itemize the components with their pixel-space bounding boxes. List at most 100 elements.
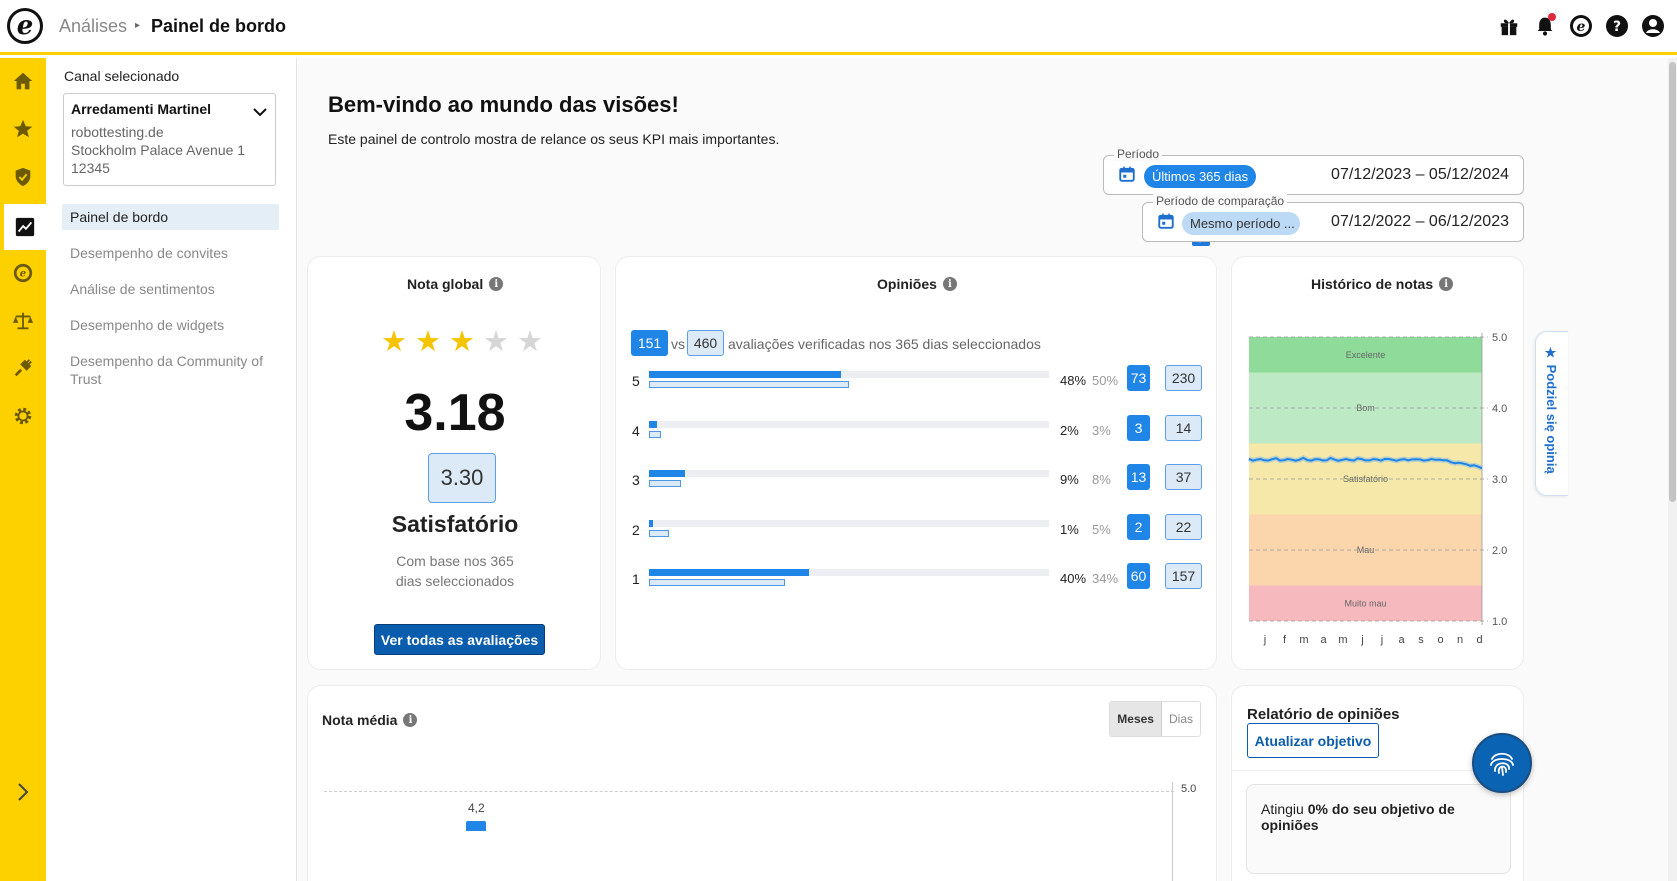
granularity-toggle: Meses Dias xyxy=(1109,701,1201,737)
bar-comparison-track xyxy=(649,480,1049,487)
percent-comparison: 5% xyxy=(1092,521,1111,537)
home-icon[interactable] xyxy=(0,58,46,104)
bar-comparison xyxy=(649,579,785,586)
nav-item-invitations[interactable]: Desempenho de convites xyxy=(62,240,279,266)
svg-text:e: e xyxy=(20,269,26,280)
bar-comparison xyxy=(649,381,849,388)
channel-domain: robottesting.de xyxy=(71,124,164,140)
scales-icon[interactable] xyxy=(0,298,46,344)
bar xyxy=(466,821,486,831)
fingerprint-icon[interactable] xyxy=(1472,733,1532,793)
info-icon[interactable]: i xyxy=(942,277,957,291)
nav-item-sentiment[interactable]: Análise de sentimentos xyxy=(62,276,279,302)
y-tick-label: 5.0 xyxy=(1492,332,1507,344)
y-axis xyxy=(1172,782,1173,881)
percent-comparison: 3% xyxy=(1092,422,1111,438)
count-comparison-badge: 14 xyxy=(1165,414,1202,441)
goal-text: Atingiu 0% do seu objetivo de opiniões xyxy=(1261,801,1510,833)
account-icon[interactable] xyxy=(1641,14,1665,38)
opinions-summary: avaliações verificadas nos 365 dias sele… xyxy=(728,336,1041,352)
feedback-side-tab[interactable]: ★ Podziel się opinią xyxy=(1535,331,1568,496)
channel-postcode: 12345 xyxy=(71,160,110,176)
calendar-icon xyxy=(1118,165,1136,188)
channel-label: Canal selecionado xyxy=(64,68,180,84)
info-icon[interactable]: i xyxy=(489,277,504,291)
rating-band-label: Muito mau xyxy=(1344,598,1386,608)
based-on-line1: Com base nos 365 xyxy=(396,553,514,569)
bar-current xyxy=(649,470,685,477)
star-empty-icon: ★ xyxy=(483,324,509,358)
count-current-badge: 60 xyxy=(1127,563,1150,589)
scrollbar-thumb[interactable] xyxy=(1669,62,1676,502)
chevron-down-icon[interactable] xyxy=(253,104,267,122)
count-comparison-badge: 157 xyxy=(1165,563,1202,589)
star-level-label: 3 xyxy=(632,472,640,488)
comparison-chip[interactable]: Mesmo período ... xyxy=(1182,212,1300,235)
breadcrumb-separator: ▸ xyxy=(135,20,141,31)
breadcrumb-parent[interactable]: Análises xyxy=(59,16,127,37)
top-bar: e Análises ▸ Painel de bordo e ? xyxy=(0,0,1677,55)
channel-address: Stockholm Palace Avenue 1 xyxy=(71,142,246,158)
comparison-legend: Período de comparação xyxy=(1153,194,1288,208)
percent-comparison: 34% xyxy=(1092,571,1119,586)
star-level-label: 5 xyxy=(632,373,640,389)
help-icon[interactable]: ? xyxy=(1605,14,1629,38)
star-icon[interactable] xyxy=(0,106,46,152)
month-label: f xyxy=(1283,634,1287,646)
welcome-title: Bem-vindo ao mundo das visões! xyxy=(328,92,679,117)
y-tick-label: 1.0 xyxy=(1492,616,1507,628)
main-content: Bem-vindo ao mundo das visões! Este pain… xyxy=(298,58,1677,881)
based-on-text: Com base nos 365 dias seleccionados xyxy=(308,551,602,591)
period-legend: Período xyxy=(1114,147,1163,161)
channel-name: Arredamenti Martinel xyxy=(71,101,212,117)
opinions-title-text: Opiniões xyxy=(877,276,937,292)
comparison-period-selector[interactable]: Período de comparação Mesmo período ... … xyxy=(1142,194,1524,242)
update-goal-button[interactable]: Atualizar objetivo xyxy=(1247,723,1379,758)
analytics-icon[interactable] xyxy=(4,204,46,250)
plug-icon[interactable] xyxy=(0,345,46,391)
bar-current-track xyxy=(649,519,1049,527)
report-title: Relatório de opiniões xyxy=(1247,706,1400,723)
info-icon[interactable]: i xyxy=(403,713,418,727)
brand-coin-icon[interactable]: e xyxy=(0,250,46,296)
global-score-title: Nota global i xyxy=(407,276,504,292)
score-label: Satisfatório xyxy=(391,511,519,537)
toggle-days[interactable]: Dias xyxy=(1161,702,1200,736)
brand-logo[interactable]: e xyxy=(7,8,43,44)
nav-item-community[interactable]: Desempenho da Community of Trust xyxy=(62,348,279,392)
comparison-dates: 07/12/2022 – 06/12/2023 xyxy=(1331,213,1509,230)
view-all-reviews-button[interactable]: Ver todas as avaliações xyxy=(374,624,545,655)
star-rating: ★ ★ ★ ★ ★ xyxy=(381,327,543,356)
calendar-icon xyxy=(1157,212,1175,235)
count-current-badge: 3 xyxy=(1127,414,1150,441)
gear-icon[interactable] xyxy=(0,393,46,439)
bar-current-track xyxy=(649,569,1049,576)
period-selector[interactable]: Período Últimos 365 dias 07/12/2023 – 05… xyxy=(1103,147,1524,195)
channel-selector[interactable]: Arredamenti Martinel robottesting.de Sto… xyxy=(63,93,276,186)
period-chip[interactable]: Últimos 365 dias xyxy=(1144,165,1257,188)
percent-comparison: 50% xyxy=(1092,373,1119,388)
header-actions: e ? xyxy=(1497,13,1677,38)
gift-icon[interactable] xyxy=(1497,14,1521,38)
nav-item-widgets[interactable]: Desempenho de widgets xyxy=(62,312,279,338)
chevron-right-icon[interactable] xyxy=(0,769,46,815)
based-on-line2: dias seleccionados xyxy=(395,573,515,589)
percent-comparison: 8% xyxy=(1092,472,1111,487)
toggle-months[interactable]: Meses xyxy=(1110,702,1162,736)
bell-icon[interactable] xyxy=(1533,13,1557,38)
month-label: j xyxy=(1360,634,1363,646)
bar-comparison-track xyxy=(649,529,1049,537)
brand-icon[interactable]: e xyxy=(1569,14,1593,38)
current-total-badge: 151 xyxy=(631,330,668,356)
history-card: Histórico de notas i Excelente Bom Satisfa… xyxy=(1231,256,1524,670)
percent-current: 1% xyxy=(1060,521,1079,537)
goal-box: Atingiu 0% do seu objetivo de opiniões xyxy=(1246,784,1511,874)
shield-check-icon[interactable] xyxy=(0,154,46,200)
rating-band-label: Excelente xyxy=(1346,350,1386,360)
bar-current xyxy=(649,569,809,576)
bar-comparison xyxy=(649,480,681,487)
nav-item-dashboard[interactable]: Painel de bordo xyxy=(62,204,279,230)
goal-prefix: Atingiu xyxy=(1261,801,1308,817)
welcome-subtitle: Este painel de controlo mostra de relanc… xyxy=(328,131,780,147)
feedback-side-tab-label: ★ Podziel się opinią xyxy=(1544,346,1559,474)
